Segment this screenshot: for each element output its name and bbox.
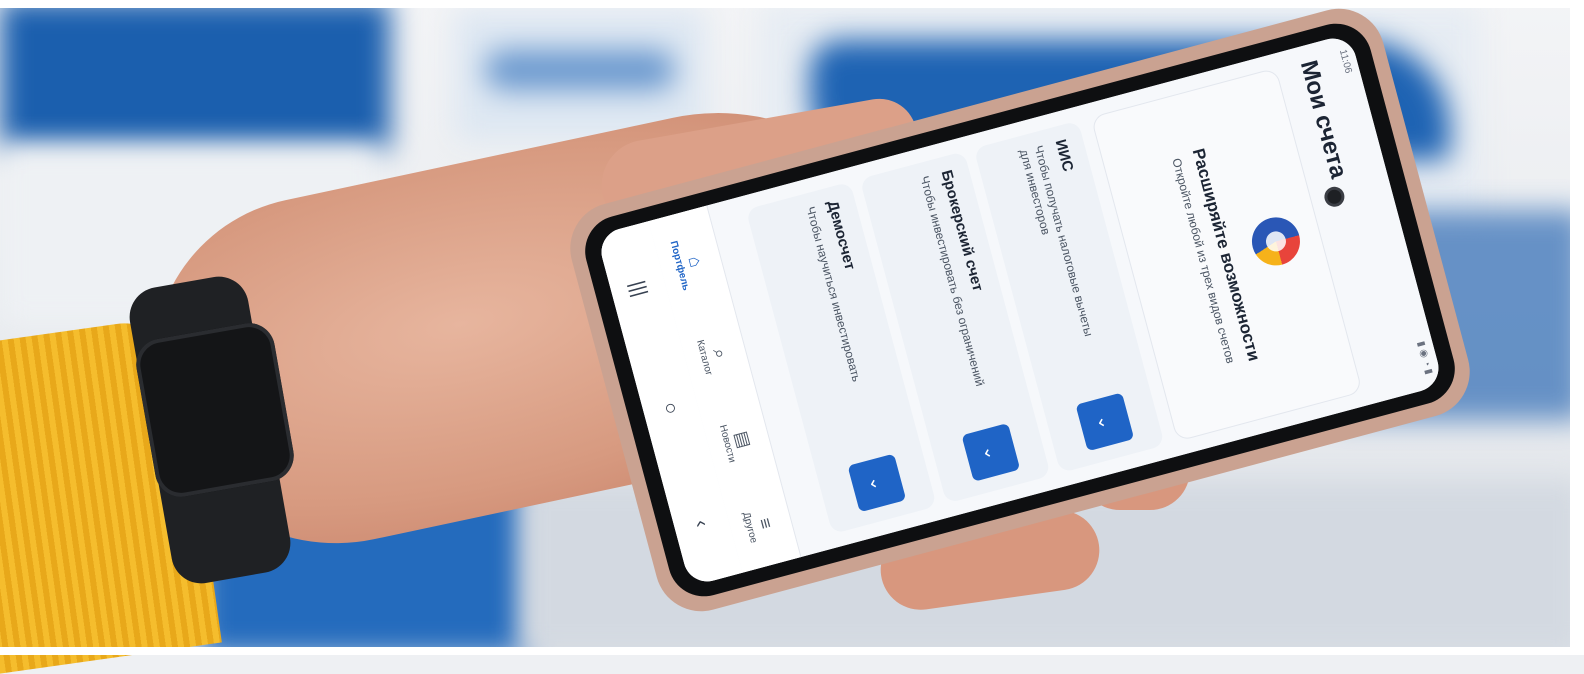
expand-brokerage-button[interactable]: ⌄ (961, 422, 1021, 482)
top-border (0, 0, 1584, 8)
search-icon: ⌕ (709, 345, 732, 361)
expand-iis-button[interactable]: ⌄ (1075, 392, 1135, 452)
smartwatch (132, 319, 298, 501)
status-time: 11:06 (1336, 48, 1354, 75)
account-description: Чтобы получать налоговые вычеты для инве… (1016, 143, 1096, 338)
account-title: ИИС (1051, 137, 1077, 174)
background-blue-panel (0, 0, 390, 150)
portfolio-icon: ⌂ (684, 253, 707, 270)
tab-news[interactable]: ▤ Новости (717, 418, 759, 464)
chevron-down-icon: ⌄ (979, 442, 1003, 463)
menu-icon: ≡ (755, 515, 778, 531)
chevron-down-icon: ⌄ (1093, 411, 1117, 432)
status-icons: ▮ ◉ ◔ ▮ (1414, 339, 1435, 376)
chevron-down-icon: ⌄ (865, 472, 889, 493)
tab-catalog[interactable]: ⌕ Каталог (695, 333, 736, 377)
right-border (1570, 0, 1584, 655)
tab-other[interactable]: ≡ Другое (741, 505, 781, 545)
broker-logo-icon (1246, 212, 1306, 271)
expand-demo-button[interactable]: ⌄ (847, 453, 907, 513)
back-button[interactable]: ‹ (689, 517, 713, 529)
home-button[interactable]: ○ (658, 399, 683, 417)
account-list: ИИС Чтобы получать налоговые вычеты для … (736, 120, 1165, 537)
tab-portfolio[interactable]: ⌂ Портфель (668, 234, 713, 292)
bottom-border (0, 647, 1584, 655)
news-icon: ▤ (731, 428, 756, 451)
recent-apps-button[interactable]: ||| (625, 278, 651, 299)
